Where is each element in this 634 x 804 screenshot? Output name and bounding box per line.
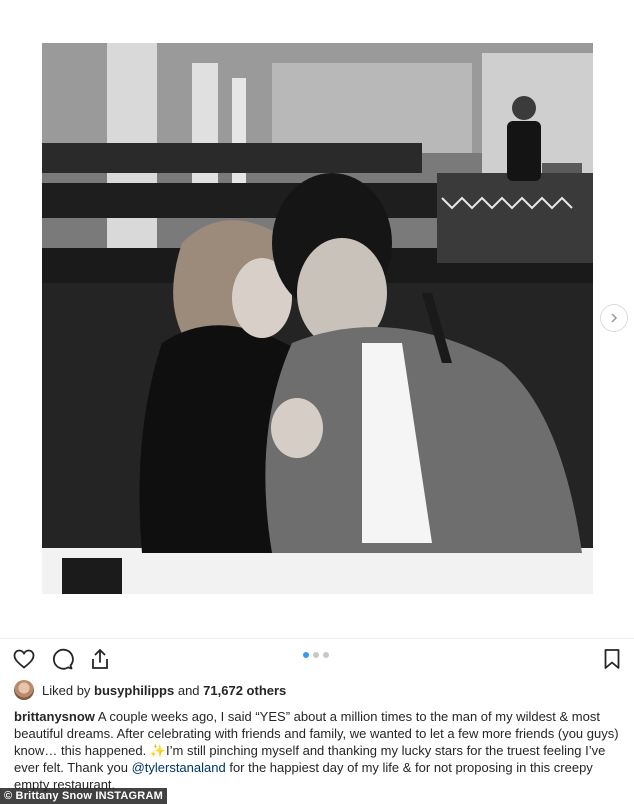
carousel-dot — [303, 652, 309, 658]
caption-username-link[interactable]: brittanysnow — [14, 709, 95, 724]
divider — [0, 638, 634, 639]
chevron-right-icon — [611, 313, 618, 323]
comment-button[interactable] — [48, 645, 76, 673]
action-bar — [0, 641, 634, 677]
post-frame — [0, 0, 634, 638]
photo-illustration — [42, 43, 593, 594]
share-button[interactable] — [86, 645, 114, 673]
post-photo[interactable] — [42, 43, 593, 594]
save-button[interactable] — [598, 645, 626, 673]
carousel-dot — [323, 652, 329, 658]
post-caption: brittanysnow A couple weeks ago, I said … — [14, 708, 620, 793]
heart-icon — [13, 649, 35, 669]
avatar[interactable] — [14, 680, 34, 700]
comment-icon — [52, 648, 74, 670]
caption-mention-link[interactable]: @tylerstanaland — [132, 760, 226, 775]
carousel-next-button[interactable] — [601, 305, 627, 331]
share-icon — [92, 648, 108, 669]
photo-credit: © Brittany Snow INSTAGRAM — [0, 788, 167, 804]
bookmark-icon — [604, 649, 620, 669]
likes-count-link[interactable]: 71,672 others — [203, 683, 286, 698]
likes-row: Liked by busyphilipps and 71,672 others — [14, 679, 286, 701]
like-button[interactable] — [10, 645, 38, 673]
liked-by-user-link[interactable]: busyphilipps — [94, 683, 174, 698]
carousel-dot — [313, 652, 319, 658]
likes-prefix: Liked by — [42, 682, 91, 698]
likes-joiner: and — [177, 682, 200, 698]
carousel-indicator — [303, 652, 329, 658]
